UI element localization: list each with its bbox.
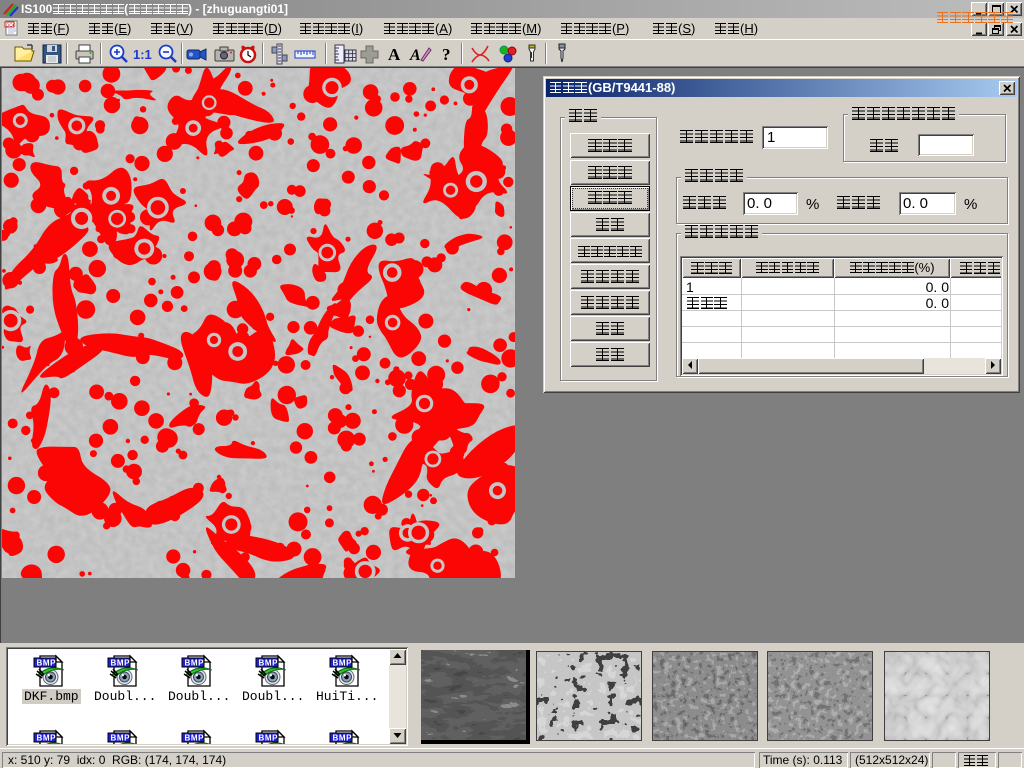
svg-text:1:1: 1:1 [133,47,152,62]
svg-text:BMP: BMP [111,659,131,668]
svg-text:BMP: BMP [37,734,57,743]
svg-text:BMP: BMP [185,659,205,668]
svg-text:BMP: BMP [185,734,205,743]
svg-text:BMP: BMP [333,734,353,743]
svg-text:A: A [388,45,401,64]
svg-text:BMP: BMP [259,659,279,668]
svg-text:BMP: BMP [111,734,131,743]
svg-text:BMP: BMP [333,659,353,668]
svg-text:BMP: BMP [259,734,279,743]
svg-text:?: ? [442,45,451,64]
svg-text:DOC: DOC [6,23,17,28]
svg-text:A: A [409,47,421,64]
svg-text:BMP: BMP [37,659,57,668]
